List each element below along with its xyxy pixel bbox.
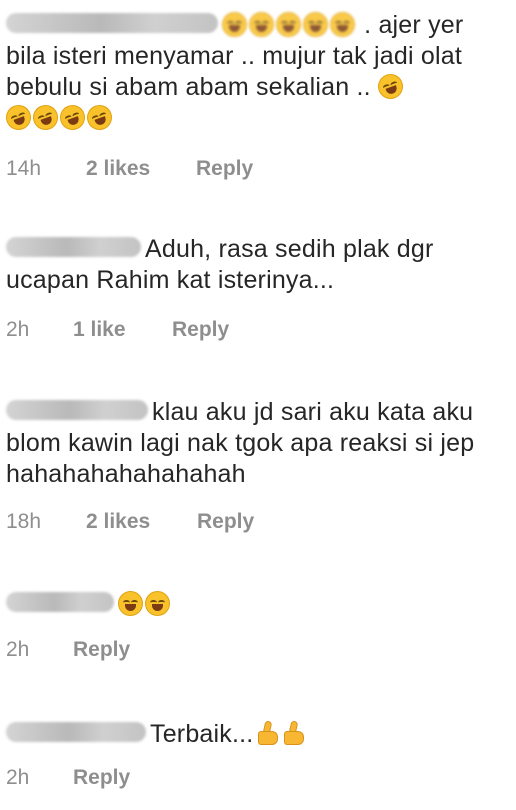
comments-feed: . ajer yer bila isteri menyamar .. mujur… <box>0 0 516 810</box>
rofl-emoji-icon <box>56 101 89 134</box>
comment-2: Aduh, rasa sedih plak dgr ucapan Rahim k… <box>6 234 510 296</box>
rofl-emoji-icon <box>2 101 35 134</box>
rofl-emoji-icon <box>276 11 301 37</box>
tears-of-joy-emoji-icon <box>118 590 143 616</box>
comment-1-meta: 14h 2 likes Reply <box>6 157 306 183</box>
comment-text: Terbaik... <box>150 720 254 748</box>
timestamp: 2h <box>6 766 30 789</box>
rofl-emoji-icon <box>249 11 274 37</box>
likes-count[interactable]: 2 likes <box>86 510 150 534</box>
comment-1: . ajer yer bila isteri menyamar .. mujur… <box>2 10 510 134</box>
rofl-emoji-icon <box>374 70 407 103</box>
comment-3-meta: 18h 2 likes Reply <box>6 510 306 536</box>
rofl-emoji-icon <box>29 101 62 134</box>
thumbs-up-icon <box>255 720 279 746</box>
comment-5-meta: 2h Reply <box>6 766 306 792</box>
reply-button[interactable]: Reply <box>197 510 254 534</box>
comment-4-meta: 2h Reply <box>6 638 306 664</box>
username-blurred[interactable] <box>6 237 141 258</box>
reply-button[interactable]: Reply <box>73 766 130 790</box>
thumbs-up-icon <box>281 720 305 746</box>
timestamp: 14h <box>6 157 42 180</box>
rofl-emoji-icon <box>222 11 247 37</box>
likes-count[interactable]: 2 likes <box>86 157 150 181</box>
timestamp: 2h <box>6 318 30 341</box>
comment-5: Terbaik... <box>6 719 510 750</box>
likes-count[interactable]: 1 like <box>73 318 126 342</box>
reply-button[interactable]: Reply <box>172 318 229 342</box>
username-blurred[interactable] <box>6 400 148 421</box>
username-blurred[interactable] <box>6 592 114 613</box>
reply-button[interactable]: Reply <box>196 157 253 181</box>
timestamp: 2h <box>6 638 30 661</box>
rofl-emoji-icon <box>330 11 355 37</box>
reply-button[interactable]: Reply <box>73 638 130 662</box>
comment-2-meta: 2h 1 like Reply <box>6 318 306 344</box>
comment-4 <box>6 589 510 620</box>
username-blurred[interactable] <box>6 722 146 743</box>
username-blurred[interactable] <box>6 13 218 34</box>
rofl-emoji-icon <box>303 11 328 37</box>
comment-3: klau aku jd sari aku kata aku blom kawin… <box>6 397 510 490</box>
rofl-emoji-icon <box>83 101 116 134</box>
timestamp: 18h <box>6 510 42 533</box>
tears-of-joy-emoji-icon <box>145 590 170 616</box>
